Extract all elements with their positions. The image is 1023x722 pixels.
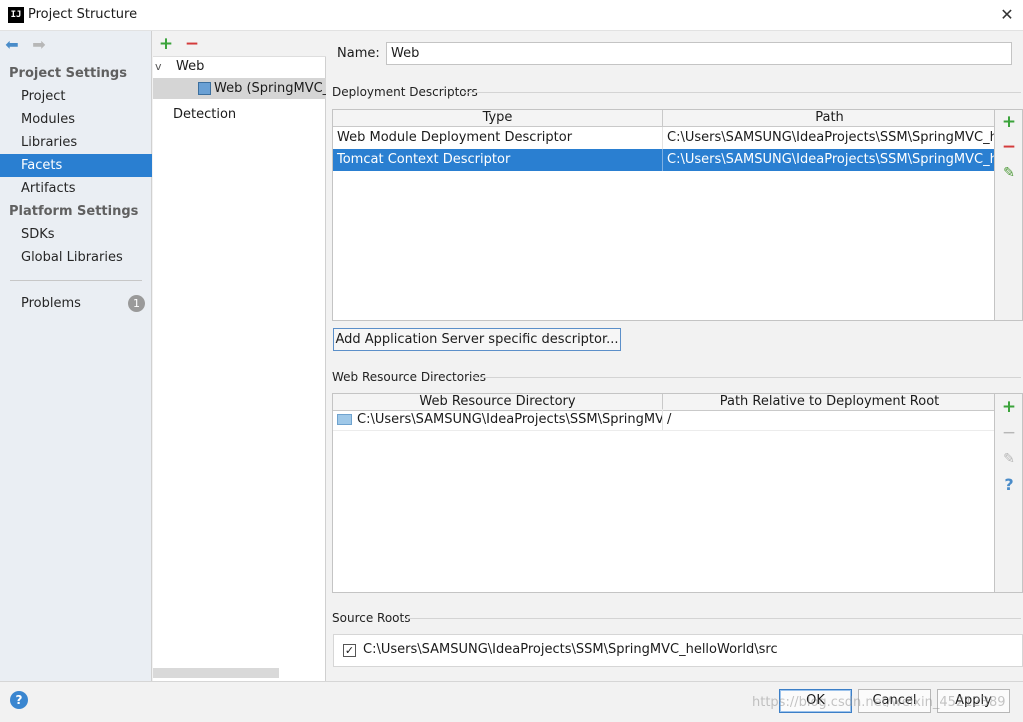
dialog-footer: ? OK Cancel Apply https://blog.csdn.net/…	[0, 681, 1023, 722]
sidebar-item-artifacts[interactable]: Artifacts	[0, 177, 152, 200]
column-header-path[interactable]: Path	[663, 110, 994, 127]
add-facet-icon[interactable]: +	[157, 35, 175, 53]
tree-node-detection[interactable]: Detection	[173, 107, 236, 122]
deployment-descriptors-table: Type Path Web Module Deployment Descript…	[332, 109, 995, 321]
add-resource-icon[interactable]: +	[1000, 398, 1018, 416]
sidebar: ⬅ ➡ Project Settings Project Modules Lib…	[0, 31, 152, 681]
facet-settings-panel: Name: Web Deployment Descriptors Type Pa…	[327, 31, 1023, 681]
problems-count-badge: 1	[128, 295, 145, 312]
forward-arrow-icon[interactable]: ➡	[30, 36, 48, 54]
name-label: Name:	[337, 46, 380, 61]
edit-descriptor-icon[interactable]: ✎	[1000, 164, 1018, 182]
add-descriptor-icon[interactable]: +	[1000, 113, 1018, 131]
descriptor-path-cell: C:\Users\SAMSUNG\IdeaProjects\SSM\Spring…	[667, 130, 995, 145]
group-divider	[464, 92, 1021, 93]
title-bar: IJ Project Structure ✕	[0, 0, 1023, 31]
descriptor-type-cell: Web Module Deployment Descriptor	[333, 127, 663, 149]
table-row-selected[interactable]: Tomcat Context Descriptor C:\Users\SAMSU…	[333, 149, 994, 171]
watermark-text: https://blog.csdn.net/weixin_45212389	[752, 695, 1006, 710]
directory-cell: C:\Users\SAMSUNG\IdeaProjects\SSM\Spring…	[353, 409, 663, 431]
source-root-checkbox[interactable]: ✓	[343, 644, 356, 657]
name-input[interactable]: Web	[386, 42, 1012, 65]
back-arrow-icon[interactable]: ⬅	[3, 36, 21, 54]
table-row[interactable]: Web Module Deployment Descriptor C:\User…	[333, 127, 995, 149]
sidebar-item-libraries[interactable]: Libraries	[0, 131, 152, 154]
close-button[interactable]: ✕	[995, 3, 1019, 27]
window-title: Project Structure	[28, 7, 138, 22]
tree-node-web-facet[interactable]: Web (SpringMVC_h	[214, 81, 326, 96]
sidebar-divider	[10, 280, 142, 281]
web-resource-directories-table: Web Resource Directory Path Relative to …	[332, 393, 995, 593]
descriptor-type-cell: Tomcat Context Descriptor	[333, 149, 663, 171]
web-facet-icon	[198, 82, 211, 95]
sidebar-item-project[interactable]: Project	[0, 85, 152, 108]
descriptor-toolbar: + − ✎	[995, 109, 1023, 321]
remove-resource-icon[interactable]: −	[1000, 424, 1018, 442]
chevron-down-icon[interactable]: v	[155, 60, 162, 73]
row-divider	[333, 430, 994, 431]
remove-descriptor-icon[interactable]: −	[1000, 138, 1018, 156]
deployment-descriptors-title: Deployment Descriptors	[332, 85, 478, 99]
source-roots-title: Source Roots	[332, 611, 411, 625]
group-divider	[472, 377, 1021, 378]
relative-path-cell: /	[667, 412, 672, 427]
tree-node-web[interactable]: Web	[176, 59, 204, 74]
sidebar-item-sdks[interactable]: SDKs	[0, 223, 152, 246]
source-root-path: C:\Users\SAMSUNG\IdeaProjects\SSM\Spring…	[363, 642, 778, 657]
help-icon[interactable]: ?	[1000, 476, 1018, 494]
remove-facet-icon[interactable]: −	[183, 35, 201, 53]
sidebar-item-facets[interactable]: Facets	[0, 154, 152, 177]
web-resource-directories-title: Web Resource Directories	[332, 370, 486, 384]
source-roots-list: ✓ C:\Users\SAMSUNG\IdeaProjects\SSM\Spri…	[333, 634, 1023, 667]
folder-icon	[337, 414, 352, 425]
group-divider	[407, 618, 1021, 619]
edit-resource-icon[interactable]: ✎	[1000, 450, 1018, 468]
sidebar-item-global-libraries[interactable]: Global Libraries	[0, 246, 152, 269]
column-header-type[interactable]: Type	[333, 110, 663, 127]
descriptor-path-cell: C:\Users\SAMSUNG\IdeaProjects\SSM\Spring…	[663, 149, 994, 171]
help-button[interactable]: ?	[10, 691, 28, 709]
resource-toolbar: + − ✎ ?	[995, 393, 1023, 593]
facets-tree-panel: + − v Web Web (SpringMVC_h Detection	[153, 31, 326, 681]
project-settings-header: Project Settings	[9, 66, 127, 81]
horizontal-scrollbar[interactable]	[153, 668, 279, 678]
app-logo-icon: IJ	[8, 7, 24, 23]
sidebar-item-modules[interactable]: Modules	[0, 108, 152, 131]
platform-settings-header: Platform Settings	[9, 204, 139, 219]
table-row[interactable]: C:\Users\SAMSUNG\IdeaProjects\SSM\Spring…	[333, 409, 994, 431]
tree-toolbar: + −	[153, 31, 326, 57]
add-server-descriptor-button[interactable]: Add Application Server specific descript…	[333, 328, 621, 351]
